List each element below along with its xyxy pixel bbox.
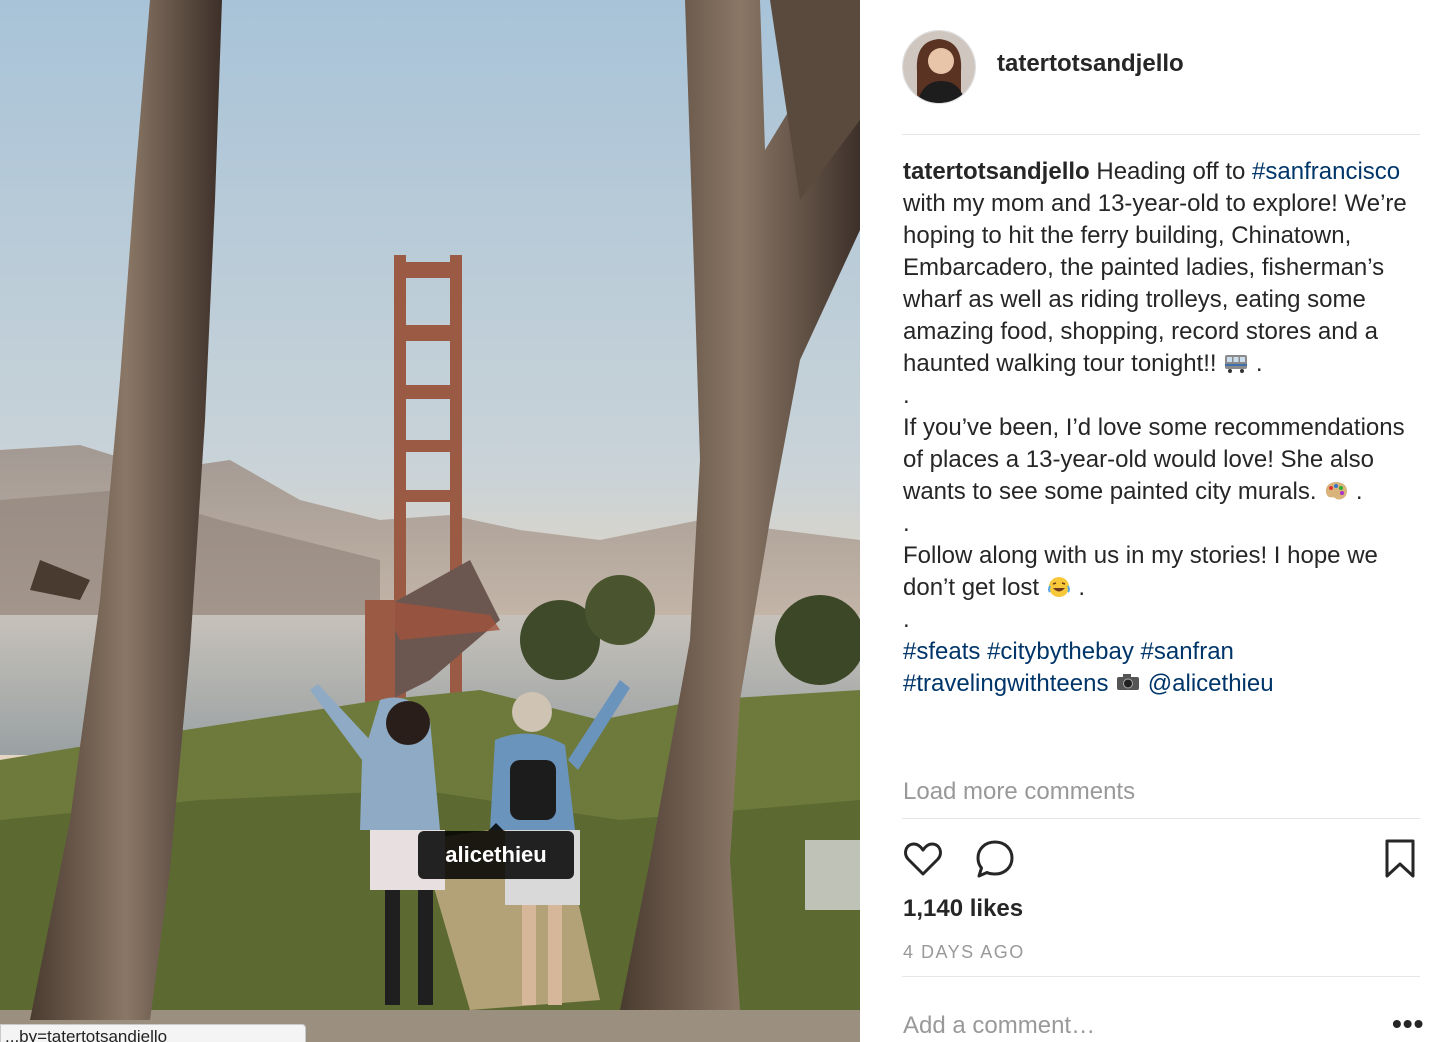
avatar[interactable] [902, 30, 976, 104]
user-tag-bubble[interactable]: alicethieu [418, 823, 574, 879]
post-caption: tatertotsandjello Heading off to #sanfra… [903, 156, 1419, 700]
hashtag-link[interactable]: #travelingwithteens [903, 670, 1108, 697]
post-timestamp[interactable]: 4 DAYS AGO [903, 942, 1025, 963]
profile-photo [903, 31, 975, 103]
golden-gate-photo-illustration [0, 0, 860, 1042]
camera-emoji-icon [1115, 671, 1141, 693]
comment-icon[interactable] [974, 838, 1016, 885]
mention-link[interactable]: @alicethieu [1148, 670, 1274, 697]
browser-status-link: ...by=tatertotsandjello [0, 1024, 306, 1042]
caption-paragraph-3: Follow along with us in my stories! I ho… [903, 542, 1378, 601]
caption-text-intro: Heading off to [1089, 158, 1253, 185]
likes-count[interactable]: 1,140 likes [903, 895, 1023, 923]
laughing-emoji-icon [1046, 575, 1072, 597]
post-header: tatertotsandjello [902, 30, 1420, 134]
load-more-comments-button[interactable]: Load more comments [903, 778, 1135, 806]
caption-separator: . [903, 510, 910, 537]
caption-dot: . [1249, 350, 1263, 377]
more-options-icon[interactable]: ••• [1392, 1008, 1424, 1040]
caption-dot: . [1349, 478, 1363, 505]
comments-divider [902, 818, 1420, 819]
hashtag-link[interactable]: #citybythebay [987, 638, 1134, 665]
heart-icon[interactable] [902, 838, 944, 885]
trolley-emoji-icon [1223, 351, 1249, 373]
hashtag-link[interactable]: #sanfrancisco [1252, 158, 1400, 185]
header-divider [902, 134, 1420, 135]
caption-text-body: with my mom and 13-year-old to explore! … [903, 190, 1407, 377]
hashtag-link[interactable]: #sanfran [1141, 638, 1234, 665]
actions-divider [902, 976, 1420, 977]
bookmark-icon[interactable] [1382, 838, 1418, 885]
palette-emoji-icon [1323, 479, 1349, 501]
post-photo[interactable]: alicethieu ...by=tatertotsandjello [0, 0, 860, 1042]
caption-separator: . [903, 606, 910, 633]
post-author-username[interactable]: tatertotsandjello [997, 50, 1184, 78]
add-comment-input[interactable]: Add a comment… [903, 1012, 1095, 1040]
caption-dot: . [1071, 574, 1086, 601]
hashtag-link[interactable]: #sfeats [903, 638, 980, 665]
post-side-panel: tatertotsandjello tatertotsandjello Head… [860, 0, 1452, 1042]
caption-username[interactable]: tatertotsandjello [903, 158, 1090, 185]
post-actions-bar [902, 838, 1420, 882]
caption-separator: . [903, 382, 910, 409]
